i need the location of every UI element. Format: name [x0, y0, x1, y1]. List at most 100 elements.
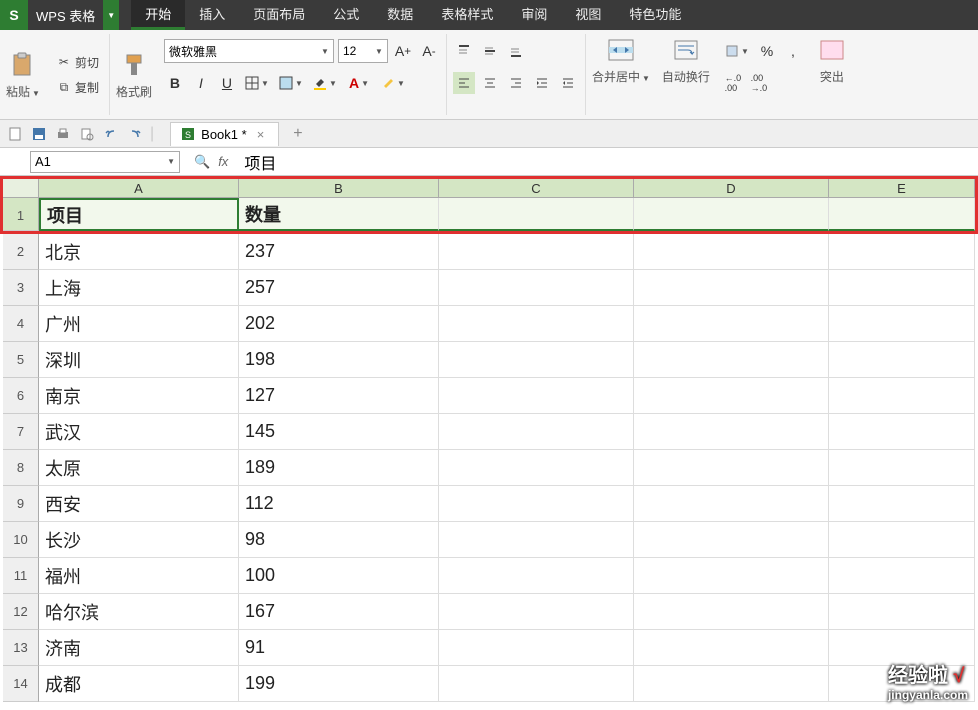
cell[interactable]: 167: [239, 594, 439, 630]
cell[interactable]: [829, 414, 975, 450]
row-header[interactable]: 1: [3, 198, 39, 231]
menu-data[interactable]: 数据: [373, 0, 427, 30]
number-format-button[interactable]: ▼: [722, 40, 752, 62]
formula-input[interactable]: [236, 151, 978, 173]
cell[interactable]: 100: [239, 558, 439, 594]
font-color-button[interactable]: A▼: [344, 72, 374, 94]
row-header[interactable]: 8: [3, 450, 39, 486]
cell[interactable]: [439, 198, 634, 231]
border-button[interactable]: ▼: [242, 72, 272, 94]
align-right-button[interactable]: [505, 72, 527, 94]
cell[interactable]: [439, 666, 634, 702]
font-name-select[interactable]: 微软雅黑▼: [164, 39, 334, 63]
cell[interactable]: 哈尔滨: [39, 594, 239, 630]
row-header[interactable]: 4: [3, 306, 39, 342]
cell[interactable]: [634, 342, 829, 378]
row-header[interactable]: 12: [3, 594, 39, 630]
cell[interactable]: 广州: [39, 306, 239, 342]
merge-icon[interactable]: [605, 34, 637, 66]
copy-button[interactable]: ⧉ 复制: [52, 77, 103, 98]
merge-label[interactable]: 合并居中▼: [592, 68, 650, 85]
decrease-decimal-button[interactable]: .00→.0: [748, 72, 770, 94]
menu-special[interactable]: 特色功能: [615, 0, 695, 30]
row-header[interactable]: 2: [3, 234, 39, 270]
menu-insert[interactable]: 插入: [185, 0, 239, 30]
cell[interactable]: [439, 414, 634, 450]
align-left-button[interactable]: [453, 72, 475, 94]
cell[interactable]: [634, 486, 829, 522]
cell[interactable]: 98: [239, 522, 439, 558]
undo-icon[interactable]: [102, 125, 120, 143]
cell[interactable]: 199: [239, 666, 439, 702]
cell[interactable]: 太原: [39, 450, 239, 486]
cell[interactable]: [829, 378, 975, 414]
menu-formula[interactable]: 公式: [319, 0, 373, 30]
decrease-indent-button[interactable]: [531, 72, 553, 94]
cell[interactable]: [439, 630, 634, 666]
align-center-button[interactable]: [479, 72, 501, 94]
row-header[interactable]: 11: [3, 558, 39, 594]
cell[interactable]: 数量: [239, 198, 439, 231]
cell[interactable]: 127: [239, 378, 439, 414]
menu-page-layout[interactable]: 页面布局: [239, 0, 319, 30]
conditional-format-icon[interactable]: [816, 34, 848, 66]
cell[interactable]: [829, 306, 975, 342]
align-middle-button[interactable]: [479, 40, 501, 62]
fx-label[interactable]: fx: [218, 154, 228, 169]
wrap-text-icon[interactable]: [670, 34, 702, 66]
menu-review[interactable]: 审阅: [507, 0, 561, 30]
row-header[interactable]: 10: [3, 522, 39, 558]
cell[interactable]: [634, 270, 829, 306]
comma-button[interactable]: ,: [782, 40, 804, 62]
cell[interactable]: [634, 666, 829, 702]
decrease-font-button[interactable]: A-: [418, 40, 440, 62]
cell[interactable]: [439, 558, 634, 594]
tab-close-button[interactable]: ×: [253, 127, 269, 142]
cell[interactable]: [829, 522, 975, 558]
new-tab-button[interactable]: +: [285, 125, 310, 143]
cell[interactable]: 西安: [39, 486, 239, 522]
row-header[interactable]: 7: [3, 414, 39, 450]
cell[interactable]: [439, 594, 634, 630]
row-header[interactable]: 6: [3, 378, 39, 414]
cell[interactable]: [634, 522, 829, 558]
redo-icon[interactable]: [126, 125, 144, 143]
new-doc-icon[interactable]: [6, 125, 24, 143]
workbook-tab[interactable]: S Book1 * ×: [170, 122, 279, 146]
app-menu-dropdown[interactable]: ▼: [103, 0, 119, 30]
cell[interactable]: [439, 306, 634, 342]
menu-view[interactable]: 视图: [561, 0, 615, 30]
italic-button[interactable]: I: [190, 72, 212, 94]
cell[interactable]: [439, 342, 634, 378]
cell[interactable]: [439, 522, 634, 558]
cut-button[interactable]: ✂ 剪切: [52, 52, 103, 73]
font-size-select[interactable]: 12▼: [338, 39, 388, 63]
column-header-d[interactable]: D: [634, 179, 829, 198]
underline-button[interactable]: U: [216, 72, 238, 94]
column-header-c[interactable]: C: [439, 179, 634, 198]
cell[interactable]: [829, 234, 975, 270]
cell[interactable]: 257: [239, 270, 439, 306]
cell[interactable]: 91: [239, 630, 439, 666]
align-top-button[interactable]: [453, 40, 475, 62]
highlight-button[interactable]: ▼: [378, 72, 408, 94]
cell[interactable]: 武汉: [39, 414, 239, 450]
cell[interactable]: [439, 450, 634, 486]
paste-label[interactable]: 粘贴▼: [6, 83, 40, 100]
align-bottom-button[interactable]: [505, 40, 527, 62]
save-icon[interactable]: [30, 125, 48, 143]
name-box[interactable]: A1▼: [30, 151, 180, 173]
cell[interactable]: [829, 486, 975, 522]
column-header-b[interactable]: B: [239, 179, 439, 198]
cell[interactable]: 南京: [39, 378, 239, 414]
cell[interactable]: [439, 486, 634, 522]
percent-button[interactable]: %: [756, 40, 778, 62]
cell[interactable]: [439, 270, 634, 306]
search-icon[interactable]: 🔍: [194, 154, 210, 170]
cell[interactable]: 112: [239, 486, 439, 522]
print-preview-icon[interactable]: [78, 125, 96, 143]
fill-color-button[interactable]: ▼: [310, 72, 340, 94]
cell[interactable]: [634, 378, 829, 414]
cell[interactable]: 福州: [39, 558, 239, 594]
row-header[interactable]: 5: [3, 342, 39, 378]
